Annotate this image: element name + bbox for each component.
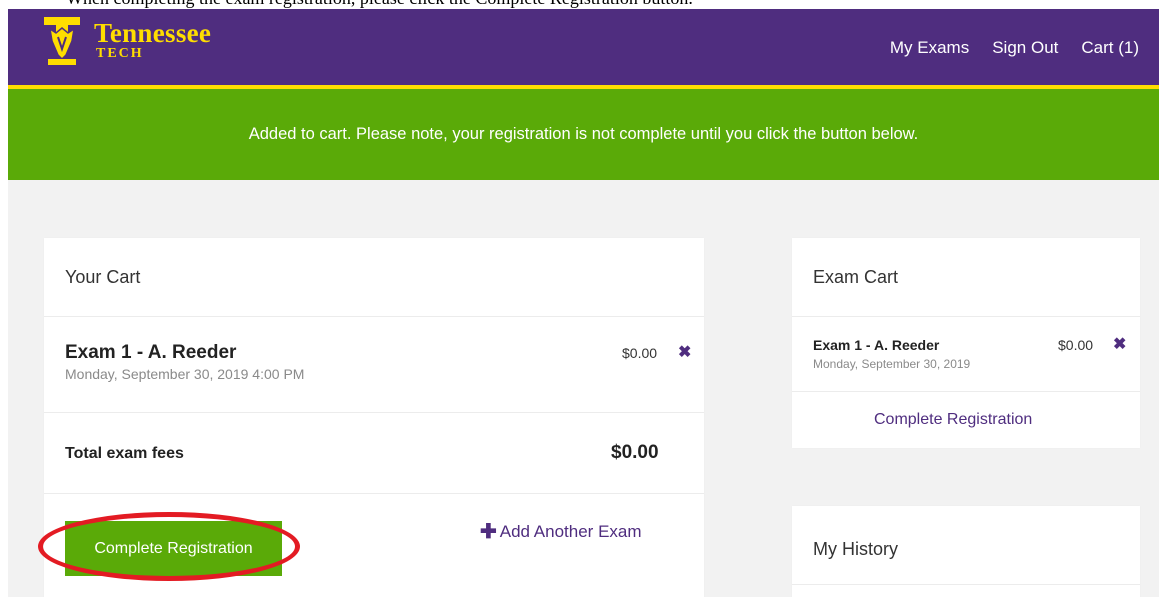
cart-item-datetime: Monday, September 30, 2019 4:00 PM — [65, 366, 305, 382]
divider — [792, 584, 1140, 585]
nav-cart[interactable]: Cart (1) — [1081, 37, 1139, 59]
top-navigation-bar: Tennessee TECH My Exams Sign Out Cart (1… — [8, 9, 1159, 89]
my-history-title: My History — [813, 539, 898, 559]
tennessee-tech-logo[interactable]: Tennessee TECH — [42, 15, 211, 79]
total-fees-label: Total exam fees — [65, 445, 184, 462]
remove-item-close-icon[interactable]: ✖ — [678, 345, 691, 361]
cart-item-name: Exam 1 - A. Reeder — [65, 342, 237, 363]
document-caption-text: When completing the exam registration, p… — [66, 0, 693, 9]
nav-sign-out[interactable]: Sign Out — [992, 37, 1058, 59]
divider — [44, 412, 704, 413]
divider — [44, 493, 704, 494]
nav-links: My Exams Sign Out Cart (1) — [890, 37, 1139, 59]
add-another-exam-link[interactable]: ✚ Add Another Exam — [480, 522, 642, 542]
logo-subtitle: TECH — [96, 46, 144, 61]
page: Tennessee TECH My Exams Sign Out Cart (1… — [8, 9, 1159, 597]
cart-item-price: $0.00 — [622, 345, 658, 361]
divider — [792, 316, 1140, 317]
plus-icon: ✚ — [480, 521, 497, 543]
add-another-exam-label: Add Another Exam — [499, 522, 642, 541]
tt-emblem-icon — [44, 17, 80, 65]
exam-cart-remove-close-icon[interactable]: ✖ — [1113, 337, 1126, 353]
exam-cart-complete-registration-link[interactable]: Complete Registration — [874, 411, 1032, 429]
nav-my-exams[interactable]: My Exams — [890, 37, 969, 59]
total-fees-value: $0.00 — [611, 442, 659, 463]
exam-cart-item-name: Exam 1 - A. Reeder — [813, 337, 940, 353]
exam-cart-title: Exam Cart — [813, 267, 899, 287]
divider — [792, 391, 1140, 392]
your-cart-title: Your Cart — [65, 267, 141, 287]
exam-cart-item-date: Monday, September 30, 2019 — [813, 357, 971, 371]
document-caption: When completing the exam registration, p… — [0, 0, 1159, 9]
cart-notice-text: Added to cart. Please note, your registr… — [248, 125, 919, 143]
divider — [44, 316, 704, 317]
exam-cart-item-price: $0.00 — [1058, 337, 1094, 353]
complete-registration-button[interactable]: Complete Registration — [65, 521, 282, 576]
cart-notice-banner: Added to cart. Please note, your registr… — [8, 89, 1159, 180]
logo-wordmark: Tennessee — [94, 18, 212, 48]
